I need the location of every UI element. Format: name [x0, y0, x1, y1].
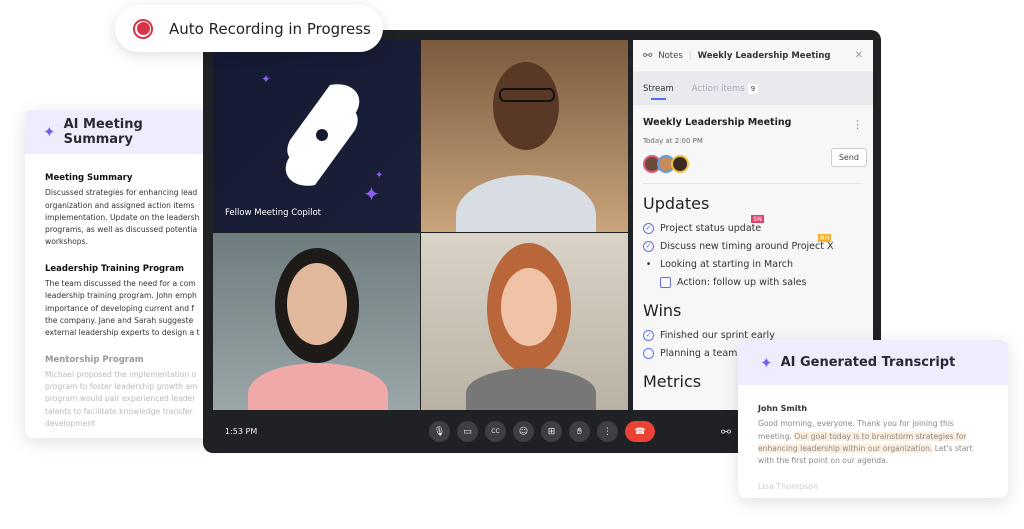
more-icon: ⋮ [603, 426, 612, 437]
hand-icon: ✋︎ [576, 426, 583, 437]
action-item[interactable]: Action: follow up with sales [643, 273, 863, 291]
more-options-icon[interactable]: ⋮ [852, 118, 863, 131]
tab-action-items[interactable]: Action items 9 [692, 83, 759, 94]
updates-heading: Updates [643, 194, 710, 213]
present-icon: ⊞ [547, 426, 556, 437]
transcript-text: Good morning, everyone. Thank you for jo… [758, 419, 973, 466]
notes-header: ⚯ Notes | Weekly Leadership Meeting ✕ [633, 40, 873, 72]
sparkle-icon: ✦ [363, 182, 380, 206]
participant-tile[interactable] [421, 40, 628, 232]
check-circle-icon[interactable]: ✓ [643, 222, 654, 234]
participant-tile[interactable] [421, 233, 628, 410]
copilot-label: Fellow Meeting Copilot [225, 208, 321, 218]
phone-hangup-icon: ☎︎ [634, 426, 646, 437]
circle-icon[interactable] [643, 347, 654, 359]
meeting-time: Today at 2:00 PM [643, 137, 703, 145]
recording-label: Auto Recording in Progress [169, 19, 371, 38]
recording-indicator: Auto Recording in Progress [115, 5, 383, 52]
emoji-icon: ☺ [518, 426, 529, 437]
section-heading: Mentorship Program [45, 354, 144, 365]
section-text: The team discussed the need for a com le… [45, 279, 200, 338]
call-time: 1:53 PM [225, 427, 258, 436]
user-tag: RH [818, 234, 832, 242]
fellow-icon: ⚯ [643, 49, 653, 62]
speaker-name: Lisa Thompson [758, 482, 819, 492]
more-button[interactable]: ⋮ [597, 421, 618, 442]
summary-section: Meeting Summary Discussed strategies for … [45, 172, 205, 249]
record-icon [133, 18, 153, 39]
microphone-button[interactable]: 🎙︎ [429, 421, 450, 442]
fellow-icon[interactable]: ⚯ [721, 425, 731, 439]
camera-icon: ▭ [463, 426, 472, 437]
transcript-title: AI Generated Transcript [780, 355, 956, 370]
wins-heading: Wins [643, 301, 682, 320]
meeting-info: Weekly Leadership Meeting Today at 2:00 … [633, 105, 873, 184]
sparkle-icon: ✦ [261, 72, 272, 86]
present-button[interactable]: ⊞ [541, 421, 562, 442]
fellow-logo-icon [285, 84, 360, 186]
checkbox[interactable] [660, 276, 671, 288]
action-items-count: 9 [747, 83, 759, 94]
section-heading: Leadership Training Program [45, 263, 184, 274]
captions-button[interactable]: CC [485, 421, 506, 442]
sparkle-icon: ✦ [43, 123, 56, 141]
summary-section: Mentorship Program Michael proposed the i… [45, 354, 205, 431]
summary-section: Leadership Training Program The team disc… [45, 263, 205, 340]
list-item[interactable]: ✓ Discuss new timing around Project X RH [643, 234, 863, 255]
close-icon[interactable]: ✕ [855, 50, 863, 61]
microphone-icon: 🎙︎ [433, 426, 446, 437]
ai-meeting-summary-card: ✦ AI Meeting Summary Meeting Summary Discu… [25, 110, 225, 438]
sparkle-icon: ✦ [375, 170, 384, 181]
raise-hand-button[interactable]: ✋︎ [569, 421, 590, 442]
user-tag: SN [751, 215, 764, 223]
tab-stream[interactable]: Stream [643, 84, 674, 100]
captions-icon: CC [491, 428, 500, 435]
notes-app-label: Notes [658, 50, 683, 61]
sparkle-icon: ✦ [760, 353, 773, 372]
section-heading: Meeting Summary [45, 173, 133, 183]
send-button[interactable]: Send [830, 148, 867, 167]
check-circle-icon[interactable]: ✓ [643, 329, 654, 341]
participant-tile[interactable] [213, 233, 420, 410]
meeting-title: Weekly Leadership Meeting [643, 117, 792, 128]
check-circle-icon[interactable]: ✓ [643, 240, 654, 252]
emoji-button[interactable]: ☺ [513, 421, 534, 442]
summary-title: AI Meeting Summary [63, 117, 143, 147]
ai-transcript-card: ✦ AI Generated Transcript John Smith Good… [738, 340, 1008, 498]
speaker-name: John Smith [758, 404, 808, 413]
end-call-button[interactable]: ☎︎ [625, 421, 655, 442]
avatar [671, 155, 689, 173]
copilot-tile: ✦ ✦ ✦ Fellow Meeting Copilot [213, 40, 420, 232]
section-text: Discussed strategies for enhancing lead … [45, 188, 200, 247]
notes-meeting-title: Weekly Leadership Meeting [697, 50, 831, 61]
section-text: Michael proposed the implementation o pr… [45, 369, 198, 429]
list-item[interactable]: • Looking at starting in March [643, 255, 863, 273]
camera-button[interactable]: ▭ [457, 421, 478, 442]
